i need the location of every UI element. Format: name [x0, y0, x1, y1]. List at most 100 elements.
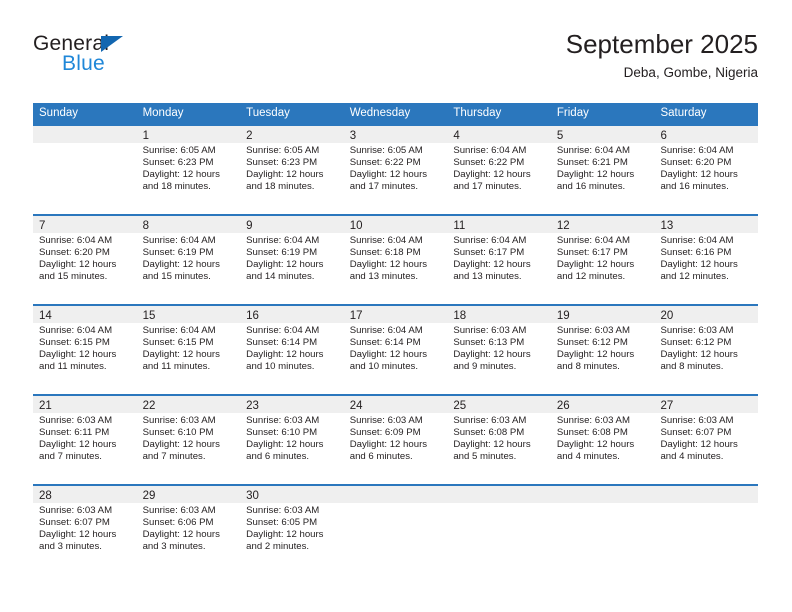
- day-sun-info: Sunrise: 6:04 AM Sunset: 6:20 PM Daylight:…: [654, 143, 758, 193]
- daylight-text-line1: Daylight: 12 hours: [349, 259, 428, 271]
- sunset-text: Sunset: 6:15 PM: [39, 337, 110, 349]
- sunrise-text: Sunrise: 6:03 AM: [246, 505, 320, 516]
- sunrise-text: Sunrise: 6:03 AM: [246, 415, 320, 426]
- day-number-band: 2: [240, 126, 344, 143]
- sunrise-text: Sunrise: 6:03 AM: [453, 415, 527, 426]
- sunrise-text: Sunrise: 6:05 AM: [246, 145, 320, 156]
- day-cell[interactable]: 29 Sunrise: 6:03 AM Sunset: 6:06 PM Dayligh…: [136, 484, 241, 574]
- day-number-band: 25: [447, 396, 551, 413]
- weekday-header-saturday: Saturday: [660, 107, 707, 119]
- daylight-text-line2: and 5 minutes.: [453, 451, 517, 463]
- day-cell[interactable]: 13 Sunrise: 6:04 AM Sunset: 6:16 PM Dayligh…: [654, 214, 759, 304]
- daylight-text-line1: Daylight: 12 hours: [246, 169, 324, 181]
- day-cell[interactable]: 27 Sunrise: 6:03 AM Sunset: 6:07 PM Dayligh…: [654, 394, 759, 484]
- calendar-week-row: 28 Sunrise: 6:03 AM Sunset: 6:07 PM Dayligh…: [33, 484, 759, 574]
- day-number: 27: [660, 400, 674, 412]
- sunrise-text: Sunrise: 6:04 AM: [660, 235, 734, 246]
- day-number: 15: [142, 310, 156, 322]
- day-number: 5: [556, 130, 564, 142]
- sunset-text: Sunset: 6:05 PM: [246, 517, 318, 529]
- day-cell[interactable]: 2 Sunrise: 6:05 AM Sunset: 6:23 PM Daylight…: [240, 124, 344, 214]
- daylight-text-line2: and 16 minutes.: [556, 181, 626, 193]
- day-cell[interactable]: 26 Sunrise: 6:03 AM Sunset: 6:08 PM Dayligh…: [550, 394, 655, 484]
- day-cell[interactable]: 22 Sunrise: 6:03 AM Sunset: 6:10 PM Dayligh…: [136, 394, 241, 484]
- page-header: General Blue September 2025 Deba, Gombe,…: [33, 28, 758, 96]
- sunset-text: Sunset: 6:15 PM: [142, 337, 214, 349]
- day-number: 21: [39, 400, 52, 412]
- day-sun-info: Sunrise: 6:04 AM Sunset: 6:22 PM Daylight:…: [447, 143, 551, 193]
- sunrise-text: Sunrise: 6:03 AM: [660, 415, 734, 426]
- day-number-band: 4: [447, 126, 551, 143]
- daylight-text-line2: and 6 minutes.: [349, 451, 413, 463]
- day-number-band: 22: [136, 396, 241, 413]
- day-cell[interactable]: 3 Sunrise: 6:05 AM Sunset: 6:22 PM Daylight…: [343, 124, 448, 214]
- daylight-text-line2: and 7 minutes.: [142, 451, 206, 463]
- day-number: 2: [246, 130, 253, 142]
- day-number: 22: [142, 400, 156, 412]
- day-number-band: 13: [654, 216, 759, 233]
- day-cell[interactable]: 23 Sunrise: 6:03 AM Sunset: 6:10 PM Dayligh…: [240, 394, 344, 484]
- day-cell[interactable]: 20 Sunrise: 6:03 AM Sunset: 6:12 PM Dayligh…: [654, 304, 759, 394]
- sunset-text: Sunset: 6:20 PM: [660, 157, 732, 169]
- daylight-text-line1: Daylight: 12 hours: [142, 259, 220, 271]
- day-cell[interactable]: 17 Sunrise: 6:04 AM Sunset: 6:14 PM Dayligh…: [343, 304, 448, 394]
- day-number-band: 19: [550, 306, 655, 323]
- day-cell[interactable]: 8 Sunrise: 6:04 AM Sunset: 6:19 PM Daylight…: [136, 214, 241, 304]
- sunrise-text: Sunrise: 6:03 AM: [39, 415, 113, 426]
- calendar-week-row: 21 Sunrise: 6:03 AM Sunset: 6:11 PM Dayligh…: [33, 394, 759, 484]
- day-cell[interactable]: 11 Sunrise: 6:04 AM Sunset: 6:17 PM Dayligh…: [447, 214, 551, 304]
- day-sun-info: Sunrise: 6:03 AM Sunset: 6:07 PM Daylight:…: [654, 413, 758, 463]
- daylight-text-line2: and 7 minutes.: [39, 451, 102, 463]
- day-cell[interactable]: 14 Sunrise: 6:04 AM Sunset: 6:15 PM Dayligh…: [33, 304, 137, 394]
- day-cell[interactable]: 12 Sunrise: 6:04 AM Sunset: 6:17 PM Dayligh…: [550, 214, 655, 304]
- day-number-band: 27: [654, 396, 759, 413]
- daylight-text-line1: Daylight: 12 hours: [660, 259, 738, 271]
- day-cell[interactable]: 4 Sunrise: 6:04 AM Sunset: 6:22 PM Daylight…: [447, 124, 551, 214]
- daylight-text-line2: and 15 minutes.: [142, 271, 211, 283]
- day-cell[interactable]: 1 Sunrise: 6:05 AM Sunset: 6:23 PM Daylight…: [136, 124, 241, 214]
- sunrise-text: Sunrise: 6:05 AM: [142, 145, 216, 156]
- daylight-text-line1: Daylight: 12 hours: [246, 529, 324, 541]
- daylight-text-line1: Daylight: 12 hours: [660, 349, 738, 361]
- day-number-band: [447, 486, 551, 503]
- daylight-text-line1: Daylight: 12 hours: [142, 349, 220, 361]
- day-cell[interactable]: 5 Sunrise: 6:04 AM Sunset: 6:21 PM Daylight…: [550, 124, 655, 214]
- day-cell[interactable]: 21 Sunrise: 6:03 AM Sunset: 6:11 PM Dayligh…: [33, 394, 137, 484]
- day-number: 13: [660, 220, 674, 232]
- day-cell[interactable]: 6 Sunrise: 6:04 AM Sunset: 6:20 PM Daylight…: [654, 124, 759, 214]
- sunrise-text: Sunrise: 6:04 AM: [556, 235, 630, 246]
- day-cell[interactable]: 10 Sunrise: 6:04 AM Sunset: 6:18 PM Dayligh…: [343, 214, 448, 304]
- weekday-header-thursday: Thursday: [453, 107, 502, 119]
- sunrise-text: Sunrise: 6:04 AM: [39, 235, 113, 246]
- day-cell[interactable]: 15 Sunrise: 6:04 AM Sunset: 6:15 PM Dayligh…: [136, 304, 241, 394]
- day-number-band: 16: [240, 306, 344, 323]
- daylight-text-line2: and 17 minutes.: [349, 181, 419, 193]
- day-number: 9: [246, 220, 253, 232]
- day-number-band: 7: [33, 216, 137, 233]
- day-cell[interactable]: 9 Sunrise: 6:04 AM Sunset: 6:19 PM Daylight…: [240, 214, 344, 304]
- daylight-text-line1: Daylight: 12 hours: [246, 349, 324, 361]
- day-number: 7: [39, 220, 46, 232]
- day-cell[interactable]: 25 Sunrise: 6:03 AM Sunset: 6:08 PM Dayligh…: [447, 394, 551, 484]
- day-number-band: 23: [240, 396, 344, 413]
- day-cell[interactable]: 30 Sunrise: 6:03 AM Sunset: 6:05 PM Dayligh…: [240, 484, 344, 574]
- day-cell[interactable]: 18 Sunrise: 6:03 AM Sunset: 6:13 PM Dayligh…: [447, 304, 551, 394]
- daylight-text-line2: and 8 minutes.: [556, 361, 620, 373]
- daylight-text-line1: Daylight: 12 hours: [349, 169, 428, 181]
- day-number-band: 5: [550, 126, 655, 143]
- sunset-text: Sunset: 6:07 PM: [660, 427, 732, 439]
- day-cell[interactable]: 19 Sunrise: 6:03 AM Sunset: 6:12 PM Dayligh…: [550, 304, 655, 394]
- day-number: 4: [453, 130, 460, 142]
- sunset-text: Sunset: 6:16 PM: [660, 247, 732, 259]
- daylight-text-line1: Daylight: 12 hours: [142, 439, 220, 451]
- day-sun-info: Sunrise: 6:04 AM Sunset: 6:18 PM Daylight:…: [344, 233, 448, 283]
- day-number-band: 29: [136, 486, 241, 503]
- day-cell[interactable]: 24 Sunrise: 6:03 AM Sunset: 6:09 PM Dayligh…: [343, 394, 448, 484]
- daylight-text-line2: and 9 minutes.: [453, 361, 517, 373]
- sunset-text: Sunset: 6:19 PM: [142, 247, 214, 259]
- day-cell[interactable]: 7 Sunrise: 6:04 AM Sunset: 6:20 PM Daylight…: [33, 214, 137, 304]
- day-cell[interactable]: 16 Sunrise: 6:04 AM Sunset: 6:14 PM Dayligh…: [240, 304, 344, 394]
- day-cell-empty: [550, 484, 655, 574]
- day-cell[interactable]: 28 Sunrise: 6:03 AM Sunset: 6:07 PM Dayligh…: [33, 484, 137, 574]
- sunset-text: Sunset: 6:14 PM: [349, 337, 421, 349]
